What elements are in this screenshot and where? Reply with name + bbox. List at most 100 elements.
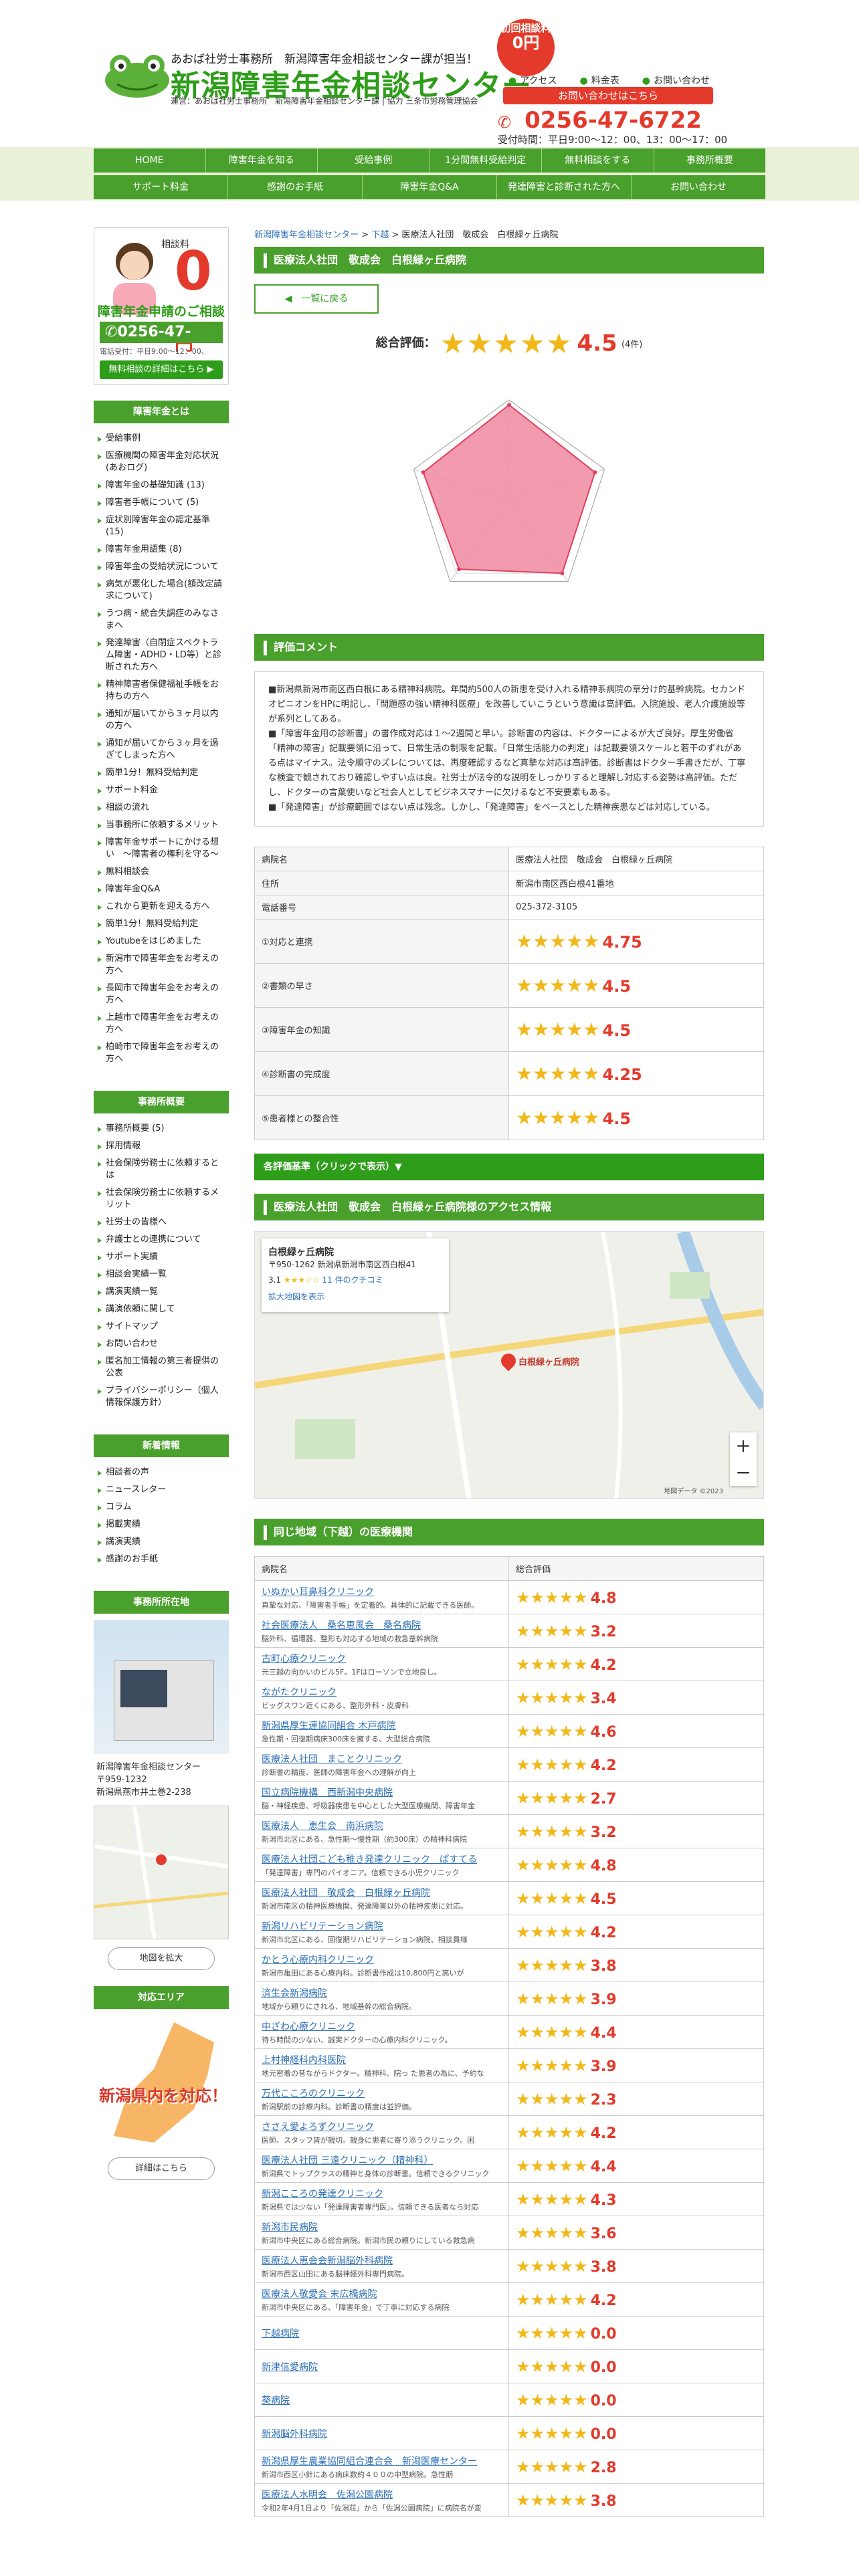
- promo-details-button[interactable]: 無料相談の詳細はこちら ▶: [100, 360, 223, 379]
- nav-item-qa[interactable]: 障害年金Q&A: [363, 175, 497, 199]
- util-link-pricing[interactable]: ● 料金表: [580, 74, 619, 87]
- nearby-hospital-link[interactable]: 医療法人水明会 佐潟公園病院: [262, 2488, 502, 2501]
- nav-item-office[interactable]: 事務所概要: [654, 148, 765, 173]
- nearby-hospital-link[interactable]: 上村神経科内科医院: [262, 2053, 502, 2066]
- promo-phone[interactable]: ✆0256-47-6722: [100, 322, 223, 362]
- sidebar-item[interactable]: 社会保険労務士に依頼するとは: [96, 1155, 226, 1184]
- contact-button[interactable]: お問い合わせはこちら: [503, 87, 713, 104]
- sidebar-item[interactable]: 無料相談会: [96, 863, 226, 881]
- sidebar-item[interactable]: 医療機関の障害年金対応状況(あおログ): [96, 447, 226, 477]
- criteria-toggle[interactable]: 各評価基準（クリックで表示）▼: [254, 1154, 764, 1180]
- nearby-hospital-link[interactable]: 医療法人敬愛会 末広橋病院: [262, 2287, 502, 2300]
- sidebar-item[interactable]: ニュースレター: [96, 1481, 226, 1499]
- sidebar-item[interactable]: 障害者手帳について (5): [96, 494, 226, 512]
- nearby-hospital-link[interactable]: ながたクリニック: [262, 1685, 502, 1699]
- sidebar-item[interactable]: 当事務所に依頼するメリット: [96, 817, 226, 834]
- nearby-hospital-link[interactable]: 医療法人社団 まことクリニック: [262, 1752, 502, 1765]
- nav-item-check[interactable]: 1分間無料受給判定: [430, 148, 542, 173]
- office-map[interactable]: [94, 1806, 229, 1939]
- sidebar-item[interactable]: 症状別障害年金の認定基準 (15): [96, 512, 226, 541]
- access-map[interactable]: 白根緑ヶ丘病院 〒950-1262 新潟県新潟市南区西白根41 3.1 ★★★☆…: [254, 1231, 764, 1499]
- nearby-hospital-link[interactable]: 医療法人社団 三遠クリニック（精神科）: [262, 2153, 502, 2167]
- nearby-hospital-link[interactable]: 万代こころのクリニック: [262, 2086, 502, 2100]
- nearby-hospital-link[interactable]: 済生会新潟病院: [262, 1986, 502, 2000]
- nearby-hospital-link[interactable]: 新潟こころの発達クリニック: [262, 2187, 502, 2200]
- sidebar-item[interactable]: Youtubeをはじめました: [96, 933, 226, 950]
- nearby-hospital-link[interactable]: 医療法人 恵生会 南浜病院: [262, 1819, 502, 1832]
- sidebar-item[interactable]: 匿名加工情報の第三者提供の公表: [96, 1353, 226, 1382]
- sidebar-item[interactable]: 簡単1分！無料受給判定: [96, 916, 226, 933]
- sidebar-item[interactable]: 通知が届いてから３ヶ月を過ぎてしまった方へ: [96, 735, 226, 764]
- nearby-hospital-link[interactable]: 医療法人社団こども稚き発達クリニック ぱすてる: [262, 1852, 502, 1866]
- sidebar-item[interactable]: 弁護士との連携について: [96, 1231, 226, 1249]
- nearby-hospital-link[interactable]: かとう心療内科クリニック: [262, 1953, 502, 1966]
- map-expand-button[interactable]: 地図を拡大: [108, 1947, 215, 1970]
- sidebar-item[interactable]: サポート実績: [96, 1249, 226, 1266]
- sidebar-item[interactable]: 上越市で障害年金をお考えの方へ: [96, 1009, 226, 1039]
- sidebar-item[interactable]: プライバシーポリシー（個人情報保護方針）: [96, 1382, 226, 1412]
- sidebar-item[interactable]: 障害年金用語集 (8): [96, 541, 226, 558]
- nearby-hospital-link[interactable]: 新潟県厚生連協同組合 木戸病院: [262, 1719, 502, 1732]
- frog-logo-icon[interactable]: [100, 47, 174, 100]
- nav-item-fees[interactable]: サポート料金: [94, 175, 228, 199]
- sidebar-item[interactable]: 障害年金Q&A: [96, 881, 226, 898]
- nearby-hospital-link[interactable]: 社会医療法人 桑名恵風会 桑名病院: [262, 1618, 502, 1632]
- sidebar-item[interactable]: お問い合わせ: [96, 1335, 226, 1353]
- sidebar-item[interactable]: うつ病・統合失調症のみなさまへ: [96, 605, 226, 635]
- nav-item-developmental[interactable]: 発達障害と診断された方へ: [497, 175, 632, 199]
- sidebar-item[interactable]: 障害年金の受給状況について: [96, 558, 226, 576]
- nearby-hospital-link[interactable]: 新潟県厚生農業協同組合連合会 新潟医療センター: [262, 2454, 502, 2468]
- sidebar-item[interactable]: 講演実績: [96, 1533, 226, 1551]
- nearby-hospital-link[interactable]: 新潟脳外科病院: [262, 2427, 502, 2440]
- sidebar-item[interactable]: 採用情報: [96, 1138, 226, 1155]
- sidebar-item[interactable]: 障害年金の基礎知識 (13): [96, 477, 226, 494]
- nearby-hospital-link[interactable]: 医療法人恵会会新潟脳外科病院: [262, 2254, 502, 2267]
- sidebar-item[interactable]: 相談者の声: [96, 1464, 226, 1481]
- area-details-button[interactable]: 詳細はこちら: [108, 2157, 215, 2180]
- nearby-hospital-link[interactable]: 新潟市民病院: [262, 2220, 502, 2234]
- sidebar-item[interactable]: 相談の流れ: [96, 799, 226, 817]
- sidebar-item[interactable]: コラム: [96, 1499, 226, 1516]
- sidebar-item[interactable]: サイトマップ: [96, 1318, 226, 1335]
- nearby-hospital-link[interactable]: 国立病院機構 西新潟中央病院: [262, 1786, 502, 1799]
- sidebar-item[interactable]: 発達障害（自閉症スペクトラム障害・ADHD・LD等）と診断された方へ: [96, 635, 226, 676]
- nearby-hospital-link[interactable]: 新潟リハビリテーション病院: [262, 1919, 502, 1933]
- nearby-hospital-link[interactable]: 中ざわ心療クリニック: [262, 2020, 502, 2033]
- sidebar-item[interactable]: 障害年金サポートにかける想い 〜障害者の権利を守る〜: [96, 834, 226, 863]
- nav-item-learn[interactable]: 障害年金を知る: [205, 148, 318, 173]
- sidebar-item[interactable]: これから更新を迎える方へ: [96, 898, 226, 916]
- breadcrumb-region[interactable]: 下越: [371, 230, 389, 240]
- sidebar-item[interactable]: 相談会実績一覧: [96, 1266, 226, 1283]
- sidebar-item[interactable]: 長岡市で障害年金をお考えの方へ: [96, 980, 226, 1009]
- sidebar-item[interactable]: 新潟市で障害年金をお考えの方へ: [96, 950, 226, 980]
- nav-item-inquiry[interactable]: お問い合わせ: [632, 175, 765, 199]
- sidebar-item[interactable]: 通知が届いてから３ヶ月以内の方へ: [96, 706, 226, 735]
- nearby-hospital-link[interactable]: 医療法人社団 敬成会 白根緑ヶ丘病院: [262, 1886, 502, 1899]
- nav-item-consult[interactable]: 無料相談をする: [542, 148, 654, 173]
- sidebar-item[interactable]: 社会保険労務士に依頼するメリット: [96, 1184, 226, 1214]
- nav-item-cases[interactable]: 受給事例: [318, 148, 430, 173]
- nearby-hospital-link[interactable]: 新津信愛病院: [262, 2360, 502, 2373]
- sidebar-item[interactable]: 社労士の皆様へ: [96, 1214, 226, 1231]
- sidebar-item[interactable]: 事務所概要 (5): [96, 1120, 226, 1138]
- service-area-image[interactable]: 新潟県内を対応！: [94, 2016, 229, 2149]
- sidebar-item[interactable]: 感謝のお手紙: [96, 1551, 226, 1568]
- header-phone[interactable]: ✆ 0256-47-6722: [498, 107, 702, 134]
- sidebar-item[interactable]: 精神障害者保健福祉手帳をお持ちの方へ: [96, 676, 226, 706]
- nearby-hospital-link[interactable]: いぬかい耳鼻科クリニック: [262, 1585, 502, 1598]
- sidebar-item[interactable]: 掲載実績: [96, 1516, 226, 1533]
- breadcrumb-home[interactable]: 新潟障害年金相談センター: [254, 230, 359, 240]
- back-to-list-button[interactable]: ◀ 一覧に戻る: [254, 284, 379, 314]
- util-link-access[interactable]: ● アクセス: [508, 74, 557, 87]
- sidebar-item[interactable]: 講演依頼に関して: [96, 1301, 226, 1318]
- zoom-in-button[interactable]: +: [730, 1432, 757, 1459]
- map-card-reviews[interactable]: 11 件のクチコミ: [322, 1275, 383, 1285]
- nav-item-home[interactable]: HOME: [94, 148, 206, 173]
- nearby-hospital-link[interactable]: 下越病院: [262, 2327, 502, 2340]
- sidebar-promo-banner[interactable]: 相談料 0円 障害年金申請のご相談 ✆0256-47-6722 電話受付：平日9…: [94, 227, 229, 385]
- zoom-out-button[interactable]: −: [730, 1459, 757, 1486]
- sidebar-item[interactable]: 講演実績一覧: [96, 1283, 226, 1301]
- sidebar-item[interactable]: サポート料金: [96, 782, 226, 799]
- sidebar-item[interactable]: 受給事例: [96, 430, 226, 447]
- sidebar-item[interactable]: 病気が悪化した場合(額改定請求について): [96, 576, 226, 605]
